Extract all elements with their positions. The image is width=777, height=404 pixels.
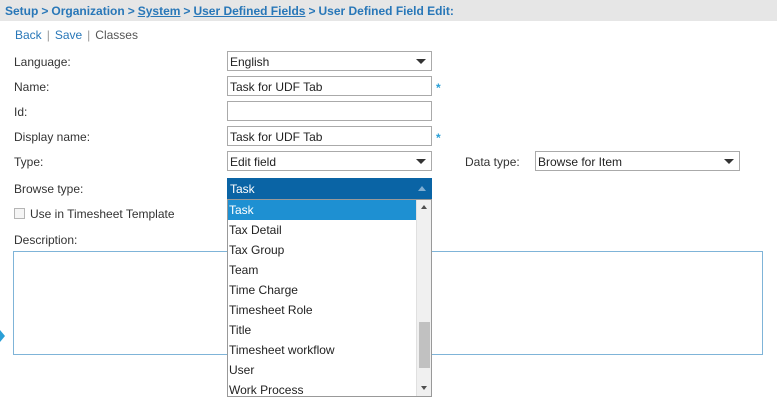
language-value: English xyxy=(230,55,270,69)
browse-type-label: Browse type: xyxy=(14,182,84,196)
breadcrumb-separator: > xyxy=(308,4,316,18)
dropdown-option-tax-group[interactable]: Tax Group xyxy=(228,240,416,260)
browse-type-value: Task xyxy=(230,182,255,196)
required-asterisk: * xyxy=(436,131,441,145)
type-value: Edit field xyxy=(230,155,277,169)
scroll-down-arrow-icon[interactable] xyxy=(417,381,431,396)
breadcrumb-user-defined-fields-link[interactable]: User Defined Fields xyxy=(193,4,305,18)
dropdown-scrollbar[interactable] xyxy=(416,200,431,396)
data-type-select[interactable]: Browse for Item xyxy=(535,151,740,171)
scroll-up-arrow-icon[interactable] xyxy=(417,200,431,215)
browse-type-select[interactable]: Task xyxy=(227,178,432,199)
back-link[interactable]: Back xyxy=(15,28,42,42)
display-name-label: Display name: xyxy=(14,130,91,144)
scrollbar-thumb[interactable] xyxy=(419,322,430,368)
breadcrumb-current-page: User Defined Field Edit: xyxy=(318,4,454,18)
chevron-down-icon xyxy=(724,159,734,164)
action-separator: | xyxy=(46,28,50,42)
language-label: Language: xyxy=(14,55,71,69)
id-label: Id: xyxy=(14,105,28,119)
use-in-timesheet-label: Use in Timesheet Template xyxy=(30,207,175,221)
chevron-down-icon xyxy=(416,159,426,164)
dropdown-option-work-process[interactable]: Work Process xyxy=(228,380,416,396)
id-input[interactable] xyxy=(227,101,432,121)
browse-type-dropdown-list: Task Tax Detail Tax Group Team Time Char… xyxy=(227,199,432,397)
use-in-timesheet-checkbox[interactable] xyxy=(14,208,25,219)
display-name-input[interactable]: Task for UDF Tab xyxy=(227,126,432,146)
dropdown-option-team[interactable]: Team xyxy=(228,260,416,280)
breadcrumb-separator: > xyxy=(127,4,135,18)
required-asterisk: * xyxy=(436,81,441,95)
action-bar: Back | Save | Classes xyxy=(15,28,138,42)
dropdown-option-time-charge[interactable]: Time Charge xyxy=(228,280,416,300)
dropdown-option-timesheet-role[interactable]: Timesheet Role xyxy=(228,300,416,320)
dropdown-option-timesheet-workflow[interactable]: Timesheet workflow xyxy=(228,340,416,360)
save-link[interactable]: Save xyxy=(55,28,82,42)
breadcrumb: Setup > Organization > System > User Defined F… xyxy=(0,0,777,21)
breadcrumb-separator: > xyxy=(41,4,49,18)
chevron-down-icon xyxy=(416,59,426,64)
dropdown-option-user[interactable]: User xyxy=(228,360,416,380)
type-select[interactable]: Edit field xyxy=(227,151,432,171)
language-select[interactable]: English xyxy=(227,51,432,71)
dropdown-option-task[interactable]: Task xyxy=(228,200,416,220)
breadcrumb-system-link[interactable]: System xyxy=(138,4,181,18)
name-input[interactable]: Task for UDF Tab xyxy=(227,76,432,96)
type-label: Type: xyxy=(14,155,44,169)
breadcrumb-setup[interactable]: Setup xyxy=(5,4,38,18)
dropdown-option-title[interactable]: Title xyxy=(228,320,416,340)
side-expand-marker[interactable] xyxy=(0,330,5,342)
action-separator: | xyxy=(87,28,91,42)
dropdown-option-tax-detail[interactable]: Tax Detail xyxy=(228,220,416,240)
data-type-label: Data type: xyxy=(465,155,520,169)
name-label: Name: xyxy=(14,80,50,94)
breadcrumb-separator: > xyxy=(183,4,191,18)
breadcrumb-organization[interactable]: Organization xyxy=(51,4,124,18)
classes-link[interactable]: Classes xyxy=(95,28,138,42)
description-label: Description: xyxy=(14,233,78,247)
chevron-up-icon xyxy=(418,186,426,191)
data-type-value: Browse for Item xyxy=(538,155,623,169)
